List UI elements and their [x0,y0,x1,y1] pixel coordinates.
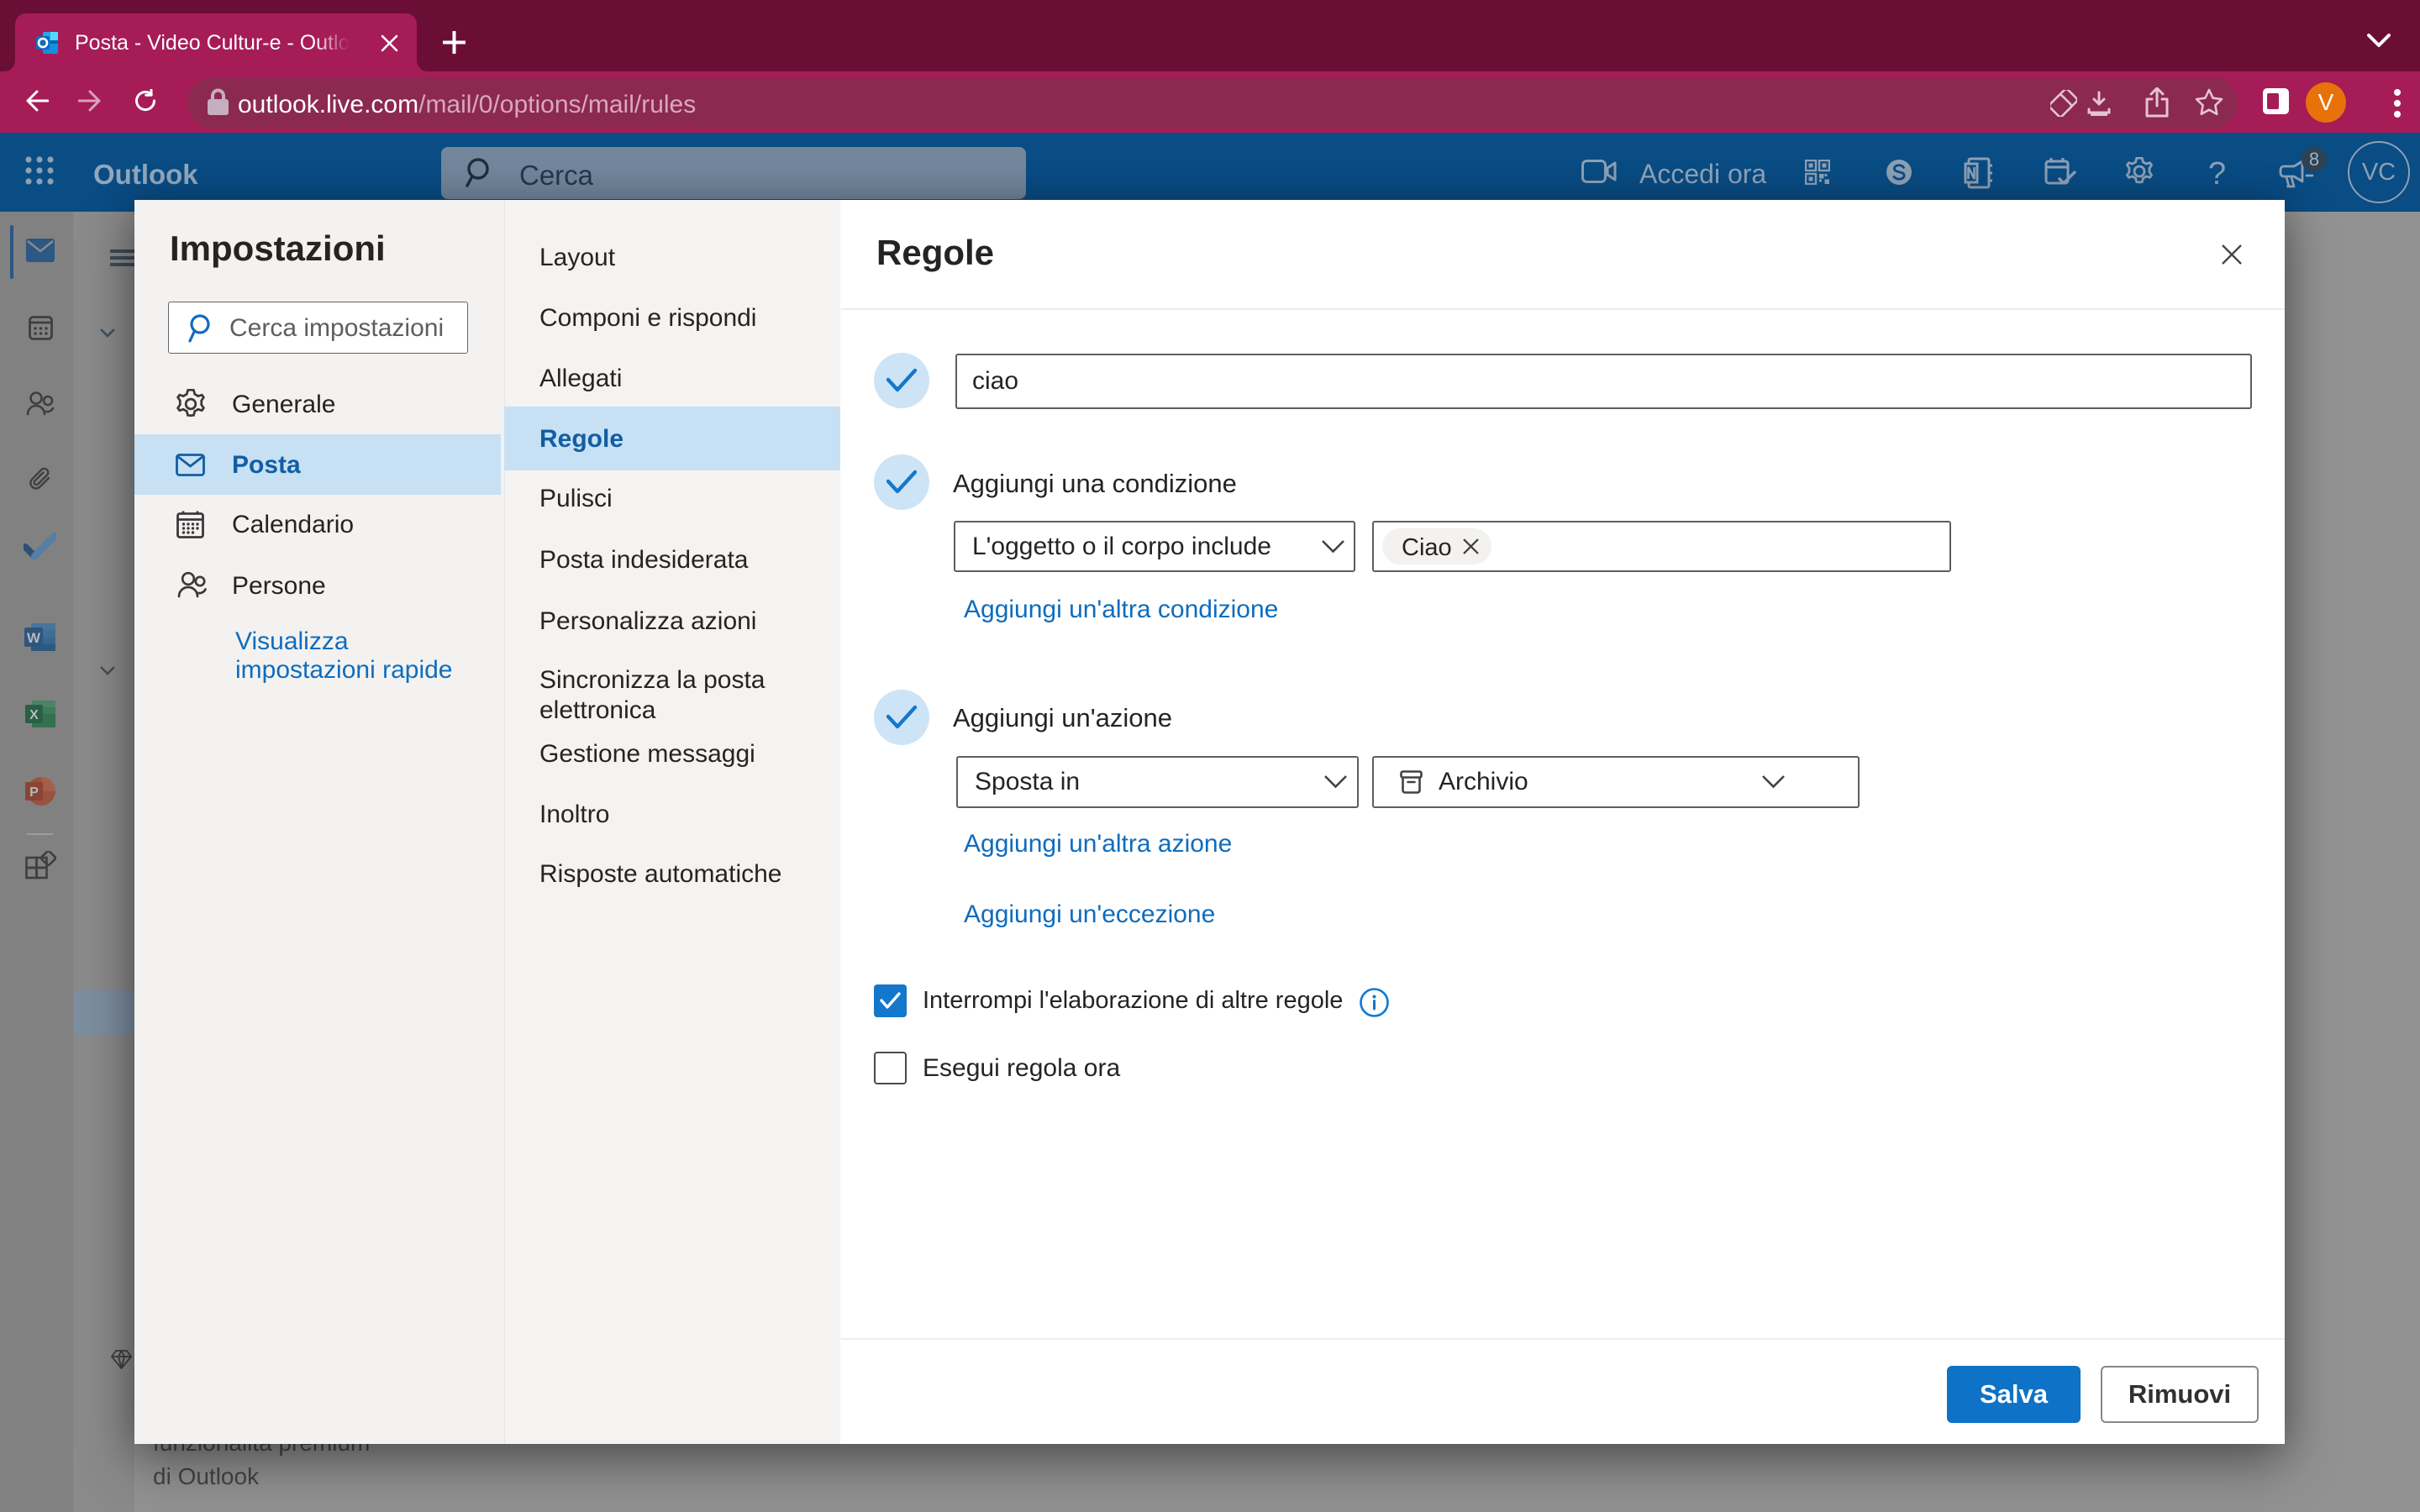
svg-text:X: X [29,708,39,722]
svg-text:P: P [29,785,39,800]
svg-text:W: W [27,630,41,646]
